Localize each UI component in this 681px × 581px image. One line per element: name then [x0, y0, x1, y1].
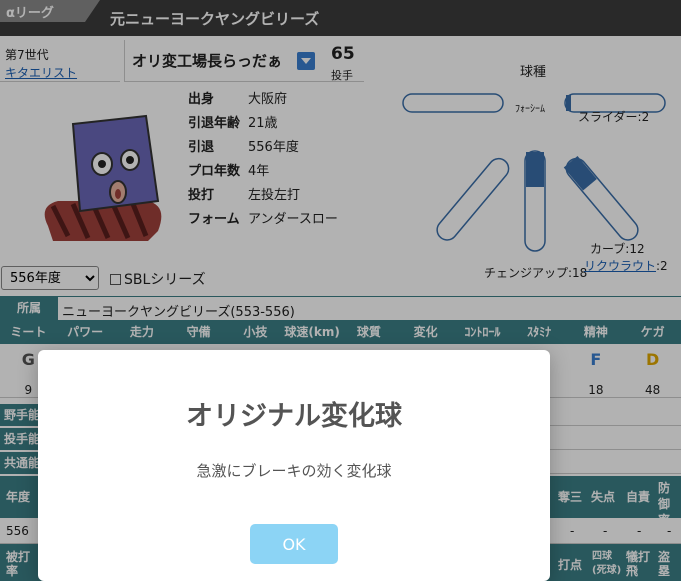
modal-title: オリジナル変化球	[186, 401, 402, 432]
ok-button[interactable]: OK	[250, 524, 338, 564]
pitch-info-modal: オリジナル変化球 急激にブレーキの効く変化球 OK	[38, 350, 550, 581]
modal-description: 急激にブレーキの効く変化球	[196, 462, 392, 480]
player-page: αリーグ 元ニューヨークヤングビリーズ 第7世代 キタエリスト オリ変工場長らっ…	[0, 0, 681, 581]
